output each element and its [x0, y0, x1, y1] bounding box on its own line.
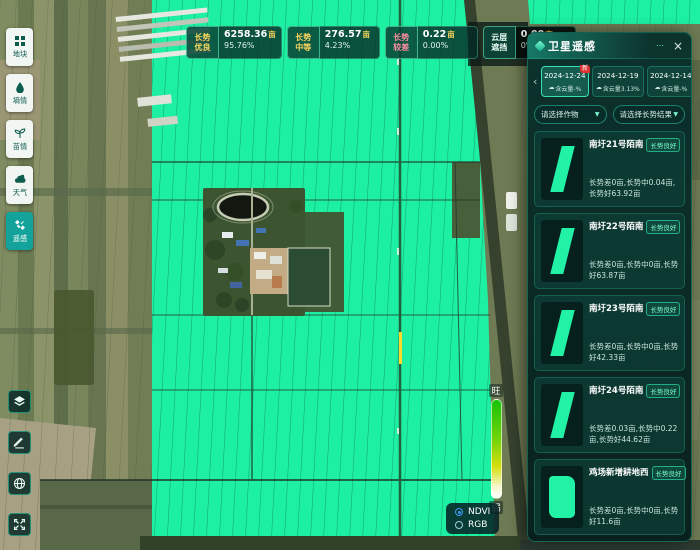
cloud-icon: ☁ — [654, 83, 660, 92]
sidebar-item-remote-sensing[interactable]: 遥感 — [6, 212, 33, 250]
legend-top-label: 旺 — [489, 384, 502, 397]
cloud-icon: ☁ — [549, 83, 555, 92]
ndvi-legend: 旺 弱 — [486, 384, 506, 514]
plot-detail: 长势差0亩,长势中0.04亩,长势好63.92亩 — [589, 178, 680, 200]
pencil-icon — [13, 436, 26, 449]
plot-detail: 长势差0亩,长势中0亩,长势好11.6亩 — [589, 506, 686, 528]
status-badge: 长势良好 — [646, 220, 680, 234]
plot-detail: 长势差0.03亩,长势中0.22亩,长势好44.62亩 — [589, 424, 680, 446]
satellite-icon — [14, 219, 26, 231]
plot-shape — [550, 228, 574, 274]
plot-shape — [550, 310, 574, 356]
chevron-down-icon: ▼ — [595, 111, 600, 118]
date-card-1[interactable]: 新 2024-12-24 ☁含云量-% — [541, 66, 589, 97]
satellite-panel: 卫星遥感 ⋯ × ‹ 新 2024-12-24 ☁含云量-% 2024-12-1… — [527, 32, 692, 542]
weather-icon — [14, 173, 26, 185]
filters: 请选择作物 ▼ 请选择长势结果 ▼ — [528, 101, 691, 131]
plot-thumbnail — [541, 138, 583, 200]
plot-name: 南圩24号陌南 — [589, 384, 643, 396]
plot-shape — [550, 392, 574, 438]
sidebar-item-label: 地块 — [12, 49, 26, 59]
status-badge: 长势良好 — [646, 302, 680, 316]
cloud-icon: ☁ — [596, 83, 602, 92]
diamond-icon — [534, 40, 545, 51]
sidebar-item-label: 天气 — [12, 187, 26, 197]
plot-card[interactable]: 南圩24号陌南 长势良好 长势差0.03亩,长势中0.22亩,长势好44.62亩 — [534, 377, 685, 453]
map-tool-globe[interactable] — [8, 472, 31, 495]
farm-monitor-app: 地块 墒情 苗情 天气 遥感 — [0, 0, 700, 550]
growth-stats: 长势 优良 6258.36亩 95.76% 长势 中等 276.57亩 4.23… — [186, 26, 576, 59]
map-tool-layers[interactable] — [8, 390, 31, 413]
sidebar: 地块 墒情 苗情 天气 遥感 — [6, 28, 33, 250]
sidebar-item-plots[interactable]: 地块 — [6, 28, 33, 66]
radio-icon — [455, 521, 463, 529]
plot-name: 南圩22号陌南 — [589, 220, 643, 232]
map-tools — [8, 390, 31, 536]
globe-icon — [13, 477, 26, 490]
stat-badge: 长势 中等 — [287, 26, 320, 59]
sidebar-item-weather[interactable]: 天气 — [6, 166, 33, 204]
plot-name: 南圩21号陌南 — [589, 138, 643, 150]
sprout-icon — [14, 127, 26, 139]
rgb-option[interactable]: RGB — [455, 520, 490, 530]
chevron-left-icon[interactable]: ‹ — [532, 75, 538, 88]
legend-gradient-bar — [491, 399, 502, 499]
map-tool-fullscreen[interactable] — [8, 513, 31, 536]
plot-name: 南圩23号陌南 — [589, 302, 643, 314]
plot-card[interactable]: 南圩22号陌南 长势良好 长势差0亩,长势中0亩,长势好63.87亩 — [534, 213, 685, 289]
plot-name: 鸡场新增耕地西 — [589, 466, 649, 478]
plot-thumbnail — [541, 302, 583, 364]
stat-excellent: 长势 优良 6258.36亩 95.76% — [186, 26, 282, 59]
sidebar-item-seedling[interactable]: 苗情 — [6, 120, 33, 158]
chevron-down-icon: ▼ — [673, 111, 678, 118]
stat-badge: 长势 较差 — [385, 26, 418, 59]
layer-toggle: NDVI RGB — [446, 503, 499, 534]
sidebar-item-label: 墒情 — [12, 95, 26, 105]
plot-detail: 长势差0亩,长势中0亩,长势好42.33亩 — [589, 342, 680, 364]
plot-detail: 长势差0亩,长势中0亩,长势好63.87亩 — [589, 260, 680, 282]
stat-value: 276.57亩 4.23% — [320, 26, 380, 59]
plot-card[interactable]: 鸡场新增耕地西 长势良好 长势差0亩,长势中0亩,长势好11.6亩 — [534, 459, 685, 535]
plot-thumbnail — [541, 220, 583, 282]
stat-poor: 长势 较差 0.22亩 0.00% — [385, 26, 478, 59]
sidebar-item-label: 遥感 — [12, 233, 26, 243]
stat-badge: 云层 遮挡 — [483, 26, 516, 59]
header-dots-icon: ⋯ — [656, 41, 664, 50]
droplet-icon — [14, 81, 26, 93]
stat-value: 6258.36亩 95.76% — [219, 26, 282, 59]
date-selector: ‹ 新 2024-12-24 ☁含云量-% 2024-12-19 ☁含云量3.1… — [528, 59, 691, 101]
plot-shape — [550, 146, 574, 192]
plot-card[interactable]: 南圩21号陌南 长势良好 长势差0亩,长势中0.04亩,长势好63.92亩 — [534, 131, 685, 207]
panel-title: 卫星遥感 — [548, 38, 596, 54]
grid-icon — [14, 35, 26, 47]
stat-badge: 长势 优良 — [186, 26, 219, 59]
close-icon[interactable]: × — [673, 40, 683, 52]
date-card-3[interactable]: 2024-12-14 ☁含云量-% — [647, 66, 692, 97]
ndvi-option[interactable]: NDVI — [455, 507, 490, 517]
plot-list: 南圩21号陌南 长势良好 长势差0亩,长势中0.04亩,长势好63.92亩 南圩… — [528, 131, 691, 541]
sidebar-item-soil-moisture[interactable]: 墒情 — [6, 74, 33, 112]
plot-thumbnail — [541, 384, 583, 446]
status-badge: 长势良好 — [646, 384, 680, 398]
growth-result-select[interactable]: 请选择长势结果 ▼ — [613, 105, 686, 124]
plot-thumbnail — [541, 466, 583, 528]
sidebar-item-label: 苗情 — [12, 141, 26, 151]
status-badge: 长势良好 — [652, 466, 686, 480]
stat-medium: 长势 中等 276.57亩 4.23% — [287, 26, 380, 59]
status-badge: 长势良好 — [646, 138, 680, 152]
radio-selected-icon — [455, 508, 463, 516]
panel-header: 卫星遥感 ⋯ × — [528, 33, 691, 59]
map-tool-measure[interactable] — [8, 431, 31, 454]
crop-select[interactable]: 请选择作物 ▼ — [534, 105, 607, 124]
plot-shape — [549, 476, 575, 518]
fullscreen-icon — [13, 518, 26, 531]
plot-card[interactable]: 南圩23号陌南 长势良好 长势差0亩,长势中0亩,长势好42.33亩 — [534, 295, 685, 371]
layers-icon — [13, 395, 26, 408]
date-card-2[interactable]: 2024-12-19 ☁含云量3.13% — [592, 66, 644, 97]
stat-value: 0.22亩 0.00% — [418, 26, 478, 59]
